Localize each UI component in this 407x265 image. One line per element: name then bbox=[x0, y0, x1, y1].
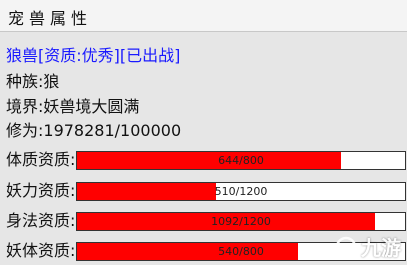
stat-value: 1092/1200 bbox=[211, 215, 271, 228]
pet-cultivation: 修为:1978281/100000 bbox=[6, 121, 182, 140]
stat-progress-bar: 644/800 bbox=[76, 151, 406, 170]
watermark-logo: 九游 bbox=[335, 232, 401, 261]
stat-value: 510/1200 bbox=[214, 185, 268, 198]
nine-game-logo-icon bbox=[335, 236, 357, 257]
pet-realm: 境界:妖兽境大圆满 bbox=[6, 97, 140, 116]
stat-label: 妖力资质: bbox=[6, 181, 76, 200]
stat-value: 644/800 bbox=[218, 154, 264, 167]
pet-header: 狼兽[资质:优秀][已出战] bbox=[6, 46, 181, 65]
stat-label: 体质资质: bbox=[6, 150, 76, 169]
stat-label: 身法资质: bbox=[6, 211, 76, 230]
stat-row-agility: 身法资质: 1092/1200 bbox=[6, 211, 406, 231]
stat-row-demon-power: 妖力资质: 510/1200 bbox=[6, 181, 406, 201]
window-title: 宠兽属性 bbox=[8, 9, 93, 28]
stat-label: 妖体资质: bbox=[6, 241, 76, 260]
title-bar: 宠兽属性 bbox=[0, 0, 407, 32]
stat-progress-bar: 510/1200 bbox=[76, 182, 406, 201]
watermark-text: 九游 bbox=[361, 236, 401, 260]
stat-row-constitution: 体质资质: 644/800 bbox=[6, 150, 406, 170]
pet-race: 种族:狼 bbox=[6, 72, 60, 91]
stat-progress-bar: 1092/1200 bbox=[76, 212, 406, 231]
